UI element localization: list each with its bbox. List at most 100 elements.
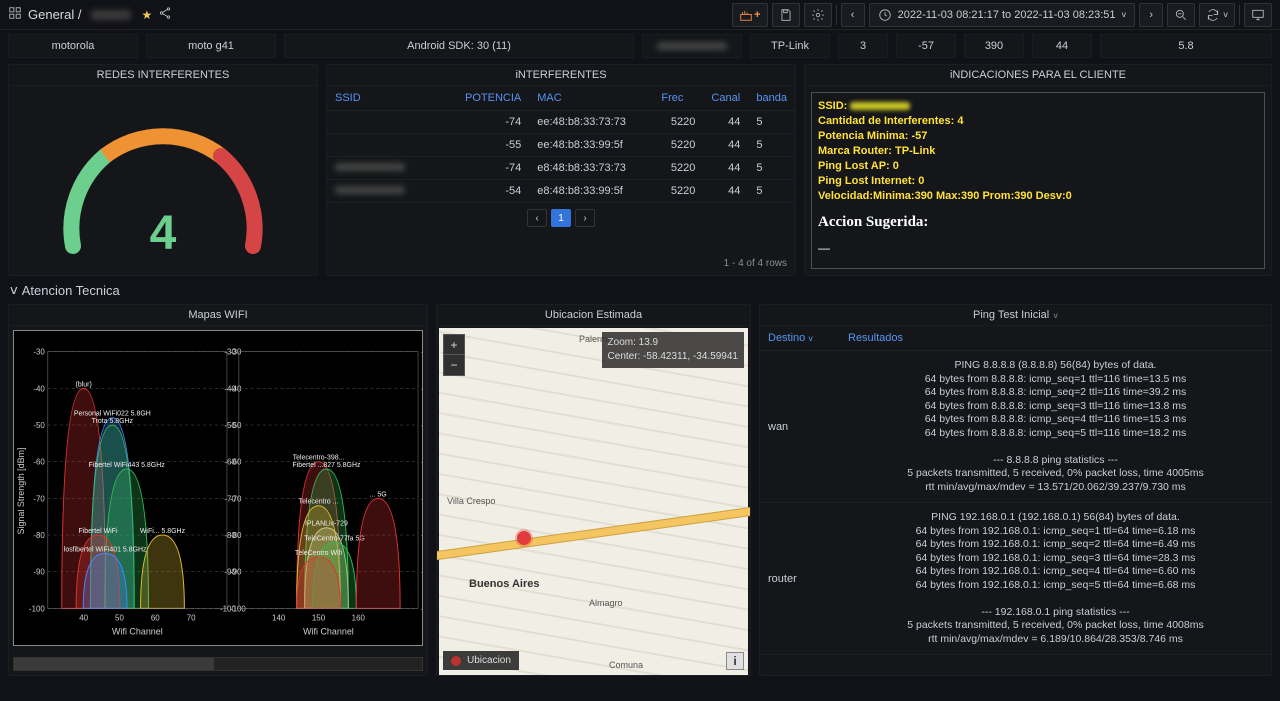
ping-th-res[interactable]: Resultados <box>840 326 911 350</box>
time-range-label: 2022-11-03 08:21:17 to 2022-11-03 08:23:… <box>898 9 1116 21</box>
save-button[interactable] <box>772 3 800 27</box>
dashboard-icon <box>8 6 22 23</box>
svg-text:-90: -90 <box>33 568 45 577</box>
map-canvas[interactable]: Palermo Villa Crespo Buenos Aires Almagr… <box>439 328 748 675</box>
svg-text:Fibertel WiFi443 5.8GHz: Fibertel WiFi443 5.8GHz <box>89 462 166 469</box>
map-center-text: Center: -58.42311, -34.59941 <box>608 350 738 364</box>
pager-info: 1 - 4 of 4 rows <box>724 258 787 269</box>
zoom-out-button[interactable] <box>1167 3 1195 27</box>
pager-next[interactable]: › <box>575 209 595 227</box>
svg-text:Personal WiFi022 5.8GH: Personal WiFi022 5.8GH <box>74 411 151 418</box>
stat-v4: 44 <box>1032 34 1092 58</box>
svg-text:IPLANLiv-729: IPLANLiv-729 <box>305 521 348 528</box>
svg-text:Wifi Channel: Wifi Channel <box>303 626 354 636</box>
indic-ssid-redacted <box>850 102 910 110</box>
th-ssid[interactable]: SSID <box>327 86 457 111</box>
star-icon[interactable]: ★ <box>141 8 152 22</box>
svg-text:-40: -40 <box>421 384 422 393</box>
svg-text:-80: -80 <box>224 531 236 540</box>
indic-cant: Cantidad de Interferentes: 4 <box>818 115 963 127</box>
indic-extra: — <box>818 241 1258 255</box>
svg-text:Trota 5.8GHz: Trota 5.8GHz <box>92 418 134 425</box>
svg-text:TeleCentro-77fa 5G: TeleCentro-77fa 5G <box>304 535 365 542</box>
pager-page[interactable]: 1 <box>551 209 571 227</box>
wifi-scrollbar[interactable] <box>13 657 423 671</box>
map-zoom-in[interactable]: + <box>444 335 464 355</box>
table-row[interactable]: -54e8:48:b8:33:99:5f5220445 <box>327 180 795 203</box>
th-canal[interactable]: Canal <box>703 86 748 111</box>
ping-row: routerPING 192.168.0.1 (192.168.0.1) 56(… <box>760 503 1271 655</box>
th-frec[interactable]: Frec <box>653 86 703 111</box>
section-atencion-tecnica[interactable]: ⅴ Atencion Tecnica <box>0 276 1280 304</box>
map-label-villacrespo: Villa Crespo <box>447 496 495 506</box>
svg-text:-70: -70 <box>421 494 422 503</box>
svg-text:50: 50 <box>115 613 124 622</box>
indic-plint: Ping Lost Internet: 0 <box>818 175 924 187</box>
indic-ssid: SSID: <box>818 100 847 112</box>
pager-prev[interactable]: ‹ <box>527 209 547 227</box>
svg-text:TeleCentro Wifi: TeleCentro Wifi <box>295 550 343 557</box>
stat-redacted <box>642 34 742 58</box>
interferentes-title: iNTERFERENTES <box>327 65 795 86</box>
table-row[interactable]: -74e8:48:b8:33:73:735220445 <box>327 157 795 180</box>
map-marker <box>517 531 531 545</box>
wifi-maps-panel: Mapas WIFI Signal Strength [dBm]-100-100… <box>8 304 428 676</box>
chevron-down-icon: ⅴ <box>10 282 18 298</box>
map-legend: Ubicacion <box>443 651 519 670</box>
indic-plap: Ping Lost AP: 0 <box>818 160 899 172</box>
table-row[interactable]: -55ee:48:b8:33:99:5f5220445 <box>327 134 795 157</box>
th-pot[interactable]: POTENCIA <box>457 86 529 111</box>
svg-text:-70: -70 <box>224 494 236 503</box>
map-coord-box: Zoom: 13.9 Center: -58.42311, -34.59941 <box>602 332 744 368</box>
time-next-button[interactable]: › <box>1139 3 1163 27</box>
svg-text:Wifi Channel: Wifi Channel <box>112 626 163 636</box>
stats-row: motorola moto g41 Android SDK: 30 (11) T… <box>0 34 1280 58</box>
svg-text:-50: -50 <box>421 421 422 430</box>
indic-marca: Marca Router: TP-Link <box>818 145 935 157</box>
map-attribution-button[interactable]: i <box>726 652 744 670</box>
svg-text:Telecentro-398...: Telecentro-398... <box>293 455 345 462</box>
add-panel-button[interactable]: + <box>732 3 767 27</box>
topbar: General / ★ + ‹ 2022-11-03 08:21:17 to 2… <box>0 0 1280 30</box>
monitor-button[interactable] <box>1244 3 1272 27</box>
table-row[interactable]: -74ee:48:b8:33:73:735220445 <box>327 111 795 134</box>
map-panel: Ubicacion Estimada Palermo Villa Crespo … <box>436 304 751 676</box>
svg-text:(blur): (blur) <box>76 381 92 388</box>
indic-accion: Accion Sugerida: <box>818 214 1258 231</box>
dashboard-name-redacted <box>91 10 131 20</box>
chevron-down-icon[interactable]: ⅴ <box>1053 311 1058 320</box>
refresh-button[interactable]: ⅴ <box>1199 3 1235 27</box>
svg-text:Telecentro ...: Telecentro ... <box>299 499 339 506</box>
svg-text:150: 150 <box>312 613 326 622</box>
ping-th-dest[interactable]: Destinoⅴ <box>760 326 840 350</box>
th-mac[interactable]: MAC <box>529 86 653 111</box>
map-label-ba: Buenos Aires <box>469 578 540 590</box>
svg-text:-90: -90 <box>224 568 236 577</box>
wifi-maps-chart: Signal Strength [dBm]-100-100-90-90-80-8… <box>13 330 423 646</box>
svg-text:-30: -30 <box>421 348 422 357</box>
map-zoom-controls: + − <box>443 334 465 376</box>
svg-text:-80: -80 <box>33 531 45 540</box>
th-banda[interactable]: banda <box>748 86 795 111</box>
svg-text:60: 60 <box>151 613 160 622</box>
stat-sdk: Android SDK: 30 (11) <box>284 34 634 58</box>
stat-v3: 390 <box>964 34 1024 58</box>
svg-text:-100: -100 <box>421 604 422 613</box>
breadcrumb[interactable]: General / <box>28 7 81 22</box>
wifi-maps-title: Mapas WIFI <box>9 305 427 326</box>
svg-text:-50: -50 <box>33 421 45 430</box>
ping-panel: Ping Test Inicialⅴ Destinoⅴ Resultados w… <box>759 304 1272 676</box>
settings-button[interactable] <box>804 3 832 27</box>
indic-vel: Velocidad:Minima:390 Max:390 Prom:390 De… <box>818 190 1072 202</box>
map-zoom-out[interactable]: − <box>444 355 464 375</box>
svg-text:-90: -90 <box>421 568 422 577</box>
svg-text:-60: -60 <box>33 458 45 467</box>
svg-text:-70: -70 <box>33 494 45 503</box>
time-prev-button[interactable]: ‹ <box>841 3 865 27</box>
svg-text:WiFi... 5.8GHz: WiFi... 5.8GHz <box>140 528 186 535</box>
svg-text:140: 140 <box>272 613 286 622</box>
time-range-picker[interactable]: 2022-11-03 08:21:17 to 2022-11-03 08:23:… <box>869 3 1136 27</box>
section-label: Atencion Tecnica <box>22 283 120 298</box>
share-icon[interactable] <box>158 6 172 23</box>
indicaciones-panel: iNDICACIONES PARA EL CLIENTE SSID: Canti… <box>804 64 1272 276</box>
